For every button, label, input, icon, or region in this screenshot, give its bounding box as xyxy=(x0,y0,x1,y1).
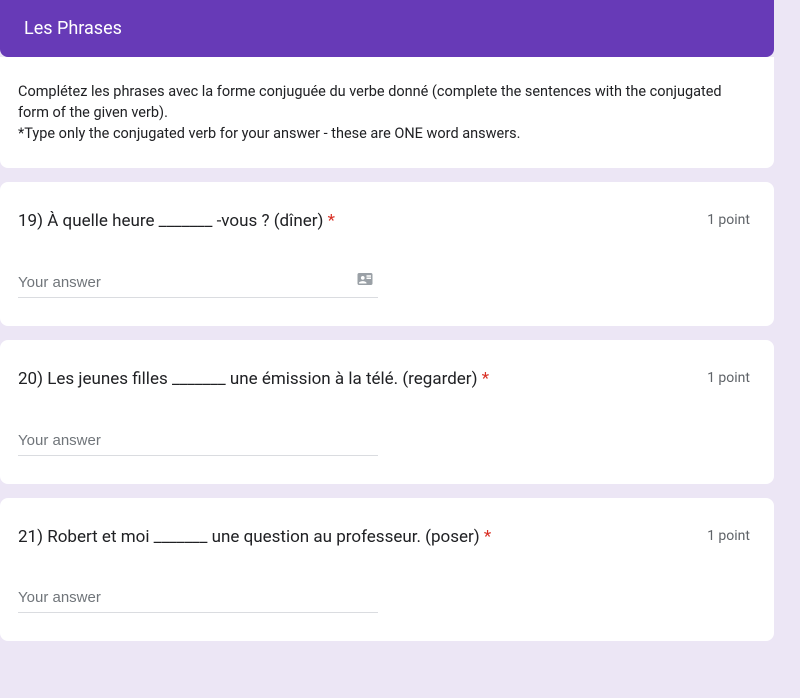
answer-field-wrap xyxy=(18,270,378,298)
points-label: 1 point xyxy=(707,526,750,544)
form-container: Les Phrases Complétez les phrases avec l… xyxy=(0,0,774,641)
answer-field-wrap xyxy=(18,585,378,613)
question-text: 19) À quelle heure _______ -vous ? (dîne… xyxy=(18,210,691,234)
question-prompt: 20) Les jeunes filles _______ une émissi… xyxy=(18,369,477,389)
instructions-line-2: *Type only the conjugated verb for your … xyxy=(18,123,750,144)
question-row: 20) Les jeunes filles _______ une émissi… xyxy=(18,368,750,392)
instructions-line-1: Complétez les phrases avec la forme conj… xyxy=(18,81,750,123)
instructions-card: Complétez les phrases avec la forme conj… xyxy=(0,57,774,168)
required-indicator: * xyxy=(484,527,491,547)
points-label: 1 point xyxy=(707,368,750,386)
answer-field-wrap xyxy=(18,428,378,456)
section-title: Les Phrases xyxy=(24,18,750,39)
answer-input[interactable] xyxy=(18,270,378,298)
question-card-20: 20) Les jeunes filles _______ une émissi… xyxy=(0,340,774,484)
section-header: Les Phrases xyxy=(0,0,774,57)
question-row: 21) Robert et moi _______ une question a… xyxy=(18,526,750,550)
question-card-19: 19) À quelle heure _______ -vous ? (dîne… xyxy=(0,182,774,326)
question-prompt: 21) Robert et moi _______ une question a… xyxy=(18,527,480,547)
answer-input[interactable] xyxy=(18,585,378,613)
required-indicator: * xyxy=(328,211,335,231)
question-prompt: 19) À quelle heure _______ -vous ? (dîne… xyxy=(18,211,323,231)
question-text: 21) Robert et moi _______ une question a… xyxy=(18,526,691,550)
question-card-21: 21) Robert et moi _______ une question a… xyxy=(0,498,774,642)
answer-input[interactable] xyxy=(18,428,378,456)
question-row: 19) À quelle heure _______ -vous ? (dîne… xyxy=(18,210,750,234)
required-indicator: * xyxy=(482,369,489,389)
question-text: 20) Les jeunes filles _______ une émissi… xyxy=(18,368,691,392)
autofill-contact-icon xyxy=(354,270,376,288)
points-label: 1 point xyxy=(707,210,750,228)
